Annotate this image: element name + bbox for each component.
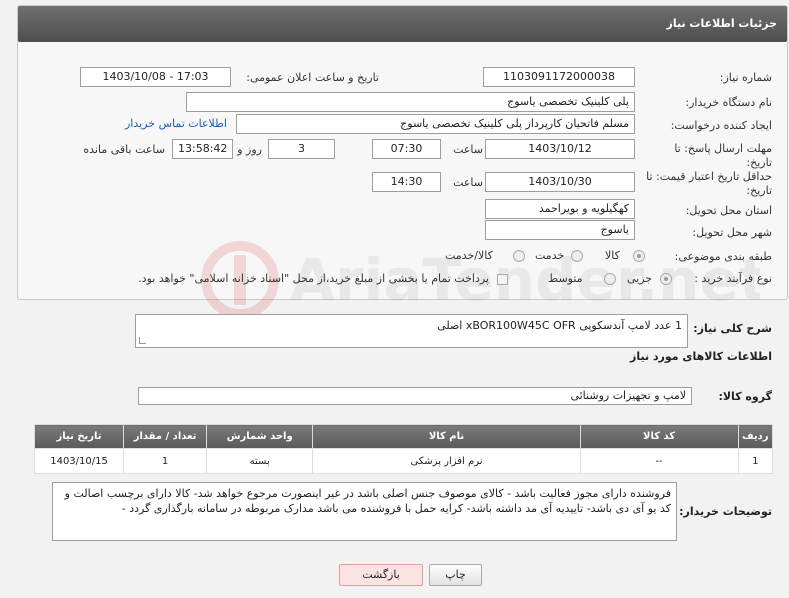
city-label: شهر محل تحویل: [692,226,772,239]
deadline-time-label: ساعت [453,143,483,156]
goods-section-title: اطلاعات کالاهای مورد نیاز [630,350,772,363]
province-label: استان محل تحویل: [685,204,772,217]
process-medium-radio[interactable] [604,273,616,285]
goods-table-header: تاریخ نیاز تعداد / مقدار واحد شمارش نام … [33,424,774,449]
table-row[interactable]: 1403/10/15 1 بسته نرم افزار پزشکی -- 1 [33,448,774,474]
buyer-contact-link[interactable]: اطلاعات تماس خریدار [125,117,227,130]
need-number-label: شماره نیاز: [719,71,772,84]
process-minor-label: جزیی [627,272,653,285]
back-button[interactable]: بازگشت [339,564,423,586]
days-remaining-field[interactable]: 3 [268,139,335,159]
need-number-field[interactable]: 1103091172000038 [483,67,635,87]
deadline-label: مهلت ارسال پاسخ: تا [674,142,772,155]
category-both-radio[interactable] [513,250,525,262]
panel-header: جزئیات اطلاعات نیاز [18,6,787,42]
category-goods-label: کالا [605,249,620,262]
notes-text: فروشنده دارای مجوز فعالیت باشد - کالای م… [64,487,671,515]
validity-date-field[interactable]: 1403/10/30 [485,172,635,192]
announce-label: تاریخ و ساعت اعلان عمومی: [246,71,379,84]
col-goods-name: نام کالا [312,424,581,449]
page-title: جزئیات اطلاعات نیاز [666,17,778,30]
treasury-text: پرداخت تمام یا بخشی از مبلغ خرید،از محل … [138,272,489,285]
remaining-label: ساعت باقی مانده [83,143,165,156]
validity-time-label: ساعت [453,176,483,189]
process-medium-label: متوسط [548,272,583,285]
validity-time-field[interactable]: 14:30 [372,172,441,192]
deadline-date-label: تاریخ: [746,156,772,169]
summary-textarea[interactable]: 1 عدد لامپ آندسکوپی xBOR100W45C OFR اصلی [135,314,688,348]
cell-need-date: 1403/10/15 [33,448,125,474]
col-row: ردیف [737,424,774,449]
cell-unit: بسته [206,448,314,474]
announce-field[interactable]: 1403/10/08 - 17:03 [80,67,231,87]
print-button[interactable]: چاپ [429,564,482,586]
category-both-label: کالا/خدمت [445,249,493,262]
process-label: نوع فرآیند خرید : [694,272,772,285]
cell-goods-code: -- [579,448,739,474]
goods-group-label: گروه کالا: [718,390,772,403]
remaining-time-field[interactable]: 13:58:42 [172,139,233,159]
deadline-time-field[interactable]: 07:30 [372,139,441,159]
category-label: طبقه بندی موضوعی: [674,250,772,263]
col-goods-code: کد کالا [579,424,739,449]
notes-label: توضیحات خریدار: [679,505,772,518]
category-goods-radio[interactable] [633,250,645,262]
days-label: روز و [237,143,262,156]
goods-group-field[interactable]: لامپ و تجهیزات روشنائی [138,387,692,405]
buyer-org-field[interactable]: پلی کلینیک تخصصی یاسوج [186,92,635,112]
goods-table: تاریخ نیاز تعداد / مقدار واحد شمارش نام … [33,424,774,474]
buyer-org-label: نام دستگاه خریدار: [685,96,772,109]
cell-row: 1 [737,448,774,474]
validity-date-label: تاریخ: [746,184,772,197]
treasury-checkbox[interactable] [497,274,508,285]
validity-label: حداقل تاریخ اعتبار قیمت: تا [646,170,772,183]
cell-quantity: 1 [123,448,208,474]
process-minor-radio[interactable] [660,273,672,285]
col-quantity: تعداد / مقدار [123,424,208,449]
cell-goods-name: نرم افزار پزشکی [312,448,581,474]
col-unit: واحد شمارش [206,424,314,449]
col-need-date: تاریخ نیاز [33,424,125,449]
notes-textarea[interactable]: فروشنده دارای مجوز فعالیت باشد - کالای م… [52,482,677,541]
resize-grip-icon[interactable] [139,337,146,344]
creator-field[interactable]: مسلم فاتحیان کارپرداز پلی کلینیک تخصصی ی… [236,114,635,134]
city-field[interactable]: یاسوج [485,220,635,240]
creator-label: ایجاد کننده درخواست: [670,119,772,132]
category-service-radio[interactable] [571,250,583,262]
deadline-date-field[interactable]: 1403/10/12 [485,139,635,159]
summary-label: شرح کلی نیاز: [693,322,772,335]
summary-text: 1 عدد لامپ آندسکوپی xBOR100W45C OFR اصلی [437,319,682,332]
category-service-label: خدمت [535,249,565,262]
province-field[interactable]: کهگیلویه و بویراحمد [485,199,635,219]
